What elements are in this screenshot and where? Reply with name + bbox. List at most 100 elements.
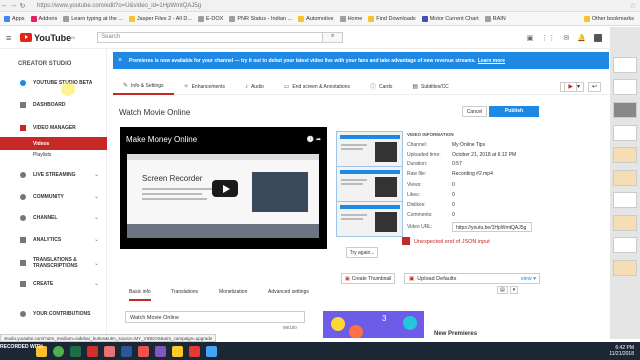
dropdown-button[interactable]: ▾ <box>509 286 519 294</box>
thumbnail-option[interactable] <box>336 131 403 167</box>
sidebar-item-dashboard[interactable]: DASHBOARD <box>0 98 107 111</box>
view-link[interactable]: view ▾ <box>521 276 536 282</box>
learn-more-link[interactable]: Learn more <box>478 58 505 64</box>
publish-button[interactable]: Publish <box>489 106 539 117</box>
video-frame-heading: Screen Recorder <box>142 174 203 183</box>
cursor-highlight <box>61 82 75 96</box>
bookmark-item[interactable]: Automotive <box>298 15 334 22</box>
tab-end-screen[interactable]: ▭ End screen & Annotations <box>274 79 360 95</box>
tab-cards[interactable]: ⓘ Cards <box>360 79 402 95</box>
upload-defaults-select[interactable]: ▣ Upload Defaults view ▾ <box>404 273 540 284</box>
search-button[interactable]: ⌕ <box>323 32 344 43</box>
reload-icon[interactable]: ↻ <box>18 2 27 10</box>
app-icon[interactable] <box>206 345 217 357</box>
video-url-field[interactable]: https://youtu.be/1HpWmtQAJ5g <box>452 222 532 232</box>
sidebar-item-studio-beta[interactable]: YOUTUBE STUDIO BETA <box>0 76 107 89</box>
gear-icon <box>20 79 26 86</box>
tab-monetization[interactable]: Monetization <box>219 289 247 295</box>
messages-icon[interactable]: ✉ <box>563 34 569 42</box>
create-thumbnail-button[interactable]: ▣ Create Thumbnail <box>341 273 395 284</box>
sidebar-item-community[interactable]: COMMUNITY ⌄ <box>0 190 107 203</box>
bookmark-item[interactable]: PNR Status - Indian ... <box>229 15 292 22</box>
tab-advanced-settings[interactable]: Advanced settings <box>268 289 309 295</box>
bookmark-item[interactable]: Motor Current Chart <box>421 15 479 22</box>
avatar[interactable] <box>594 33 602 42</box>
chevron-down-icon: ⌄ <box>93 215 99 221</box>
tab-info-settings[interactable]: ✎ Info & Settings <box>113 79 174 95</box>
tab-basic-info[interactable]: Basic info <box>129 289 151 301</box>
close-icon[interactable]: × <box>113 57 127 64</box>
bookmark-item[interactable]: Learn typing at the ... <box>63 15 123 22</box>
bookmark-item[interactable]: Home <box>339 15 362 22</box>
bookmark-item[interactable]: Addons <box>30 15 57 22</box>
bookmark-icon <box>339 15 346 22</box>
title-input[interactable]: Watch Movie Online <box>125 311 305 323</box>
app-icon[interactable] <box>138 345 149 357</box>
try-again-button[interactable]: Try again... <box>346 247 378 258</box>
other-bookmarks[interactable]: Other bookmarks <box>583 15 634 22</box>
tab-audio[interactable]: ♪ Audio <box>235 79 274 95</box>
bookmark-icon <box>30 15 37 22</box>
bookmark-item[interactable]: Apps <box>4 15 25 22</box>
info-label: Uploaded time: <box>407 152 441 158</box>
info-label: Video URL: <box>407 224 433 230</box>
tab-translations[interactable]: Translations <box>171 289 198 295</box>
info-label: Dislikes: <box>407 202 426 208</box>
tab-enhancements[interactable]: ✧ Enhancements <box>174 79 235 95</box>
sidebar-item-create[interactable]: CREATE ⌄ <box>0 277 107 290</box>
cancel-button[interactable]: Cancel <box>462 106 487 117</box>
play-button[interactable] <box>212 180 238 197</box>
thumbnail-icon: ▣ <box>345 275 350 282</box>
app-icon[interactable] <box>189 345 200 357</box>
thumbnail-option[interactable] <box>336 201 403 237</box>
chevron-down-icon: ⌄ <box>93 194 99 200</box>
bookmark-item[interactable]: E-DOX <box>197 15 223 22</box>
bookmark-item[interactable]: RAIN <box>484 15 506 22</box>
info-icon: ⓘ <box>369 85 376 91</box>
chrome-icon[interactable] <box>53 345 64 357</box>
info-value: 0 <box>452 192 455 198</box>
tab-subtitles[interactable]: ▤ Subtitles/CC <box>402 79 458 95</box>
bookmark-item[interactable]: Jasper Files 2 - All D... <box>128 15 192 22</box>
menu-icon[interactable]: ≡ <box>6 33 16 43</box>
video-player[interactable]: Make Money Online 🕓 ➦ Screen Recorder <box>120 127 327 249</box>
camera-upload-icon[interactable]: ▣ <box>527 34 534 42</box>
sidebar-item-playlists[interactable]: Playlists <box>0 148 107 161</box>
video-info-heading: VIDEO INFORMATION <box>407 132 454 137</box>
video-icon: ▶ <box>564 81 577 92</box>
app-icon[interactable] <box>155 345 166 357</box>
bookmark-star-icon[interactable]: ☆ <box>630 2 636 10</box>
sidebar-item-live-streaming[interactable]: LIVE STREAMING ⌄ <box>0 168 107 181</box>
editor-tabs: ✎ Info & Settings ✧ Enhancements ♪ Audio ▭ E… <box>113 79 609 95</box>
word-icon[interactable] <box>121 345 132 357</box>
youtube-play-icon <box>20 33 32 42</box>
forward-icon[interactable]: → <box>9 2 18 9</box>
error-icon <box>402 237 410 245</box>
search-input[interactable]: Search <box>97 32 324 43</box>
system-clock[interactable]: 6:42 PM 11/21/2018 <box>609 345 634 357</box>
chevron-down-icon: ⌄ <box>93 172 99 178</box>
app-icon[interactable] <box>172 345 183 357</box>
video-switcher-button[interactable]: ▶ ▾ <box>560 81 584 92</box>
contributions-icon <box>20 310 26 317</box>
thumbnail-option[interactable] <box>336 166 403 202</box>
bookmark-item[interactable]: Find Downloads <box>368 15 416 22</box>
notifications-icon[interactable]: 🔔 <box>577 34 586 42</box>
back-arrow-button[interactable]: ↩ <box>587 81 601 92</box>
bookmark-icon <box>484 15 491 22</box>
sidebar-item-translations[interactable]: TRANSLATIONS & TRANSCRIPTIONS ⌄ <box>0 255 107 271</box>
save-icon-button[interactable]: ▤ <box>497 286 508 294</box>
sidebar-item-video-manager[interactable]: VIDEO MANAGER <box>0 121 107 134</box>
sidebar-item-channel[interactable]: CHANNEL ⌄ <box>0 211 107 224</box>
sidebar-item-analytics[interactable]: ANALYTICS ⌄ <box>0 233 107 246</box>
app-icon[interactable] <box>104 345 115 357</box>
video-title: Make Money Online <box>126 135 198 144</box>
back-icon[interactable]: ← <box>0 2 9 9</box>
youtube-logo[interactable]: YouTube IN <box>20 33 75 43</box>
apps-grid-icon[interactable]: ⋮⋮ <box>541 34 555 42</box>
pdf-icon[interactable] <box>87 345 98 357</box>
sidebar-item-contributions[interactable]: YOUR CONTRIBUTIONS <box>0 307 107 320</box>
url-field[interactable]: https://www.youtube.com/edit?o=U&video_i… <box>37 3 201 9</box>
background-window <box>610 27 640 339</box>
excel-icon[interactable] <box>70 345 81 357</box>
